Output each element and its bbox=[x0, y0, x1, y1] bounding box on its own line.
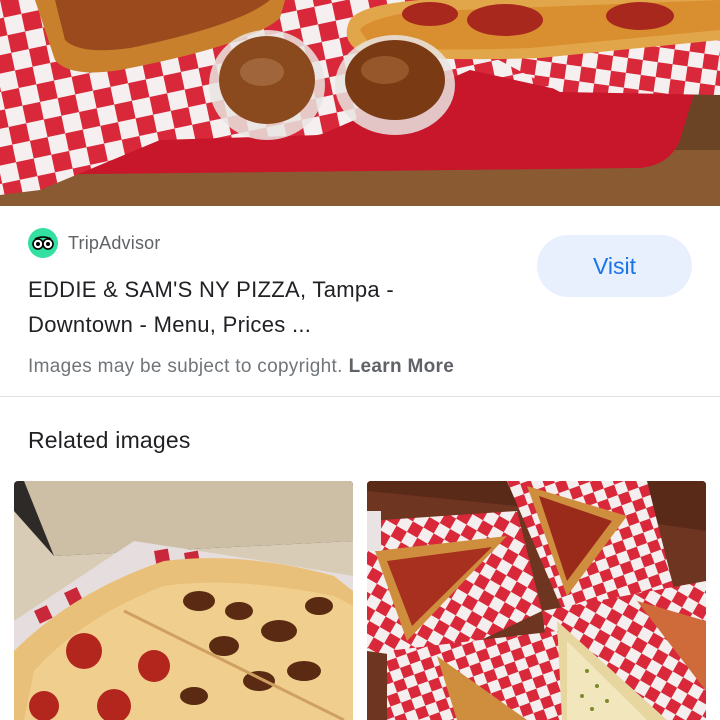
result-title-line-1[interactable]: EDDIE & SAM'S NY PIZZA, Tampa - bbox=[28, 272, 498, 307]
copyright-notice: Images may be subject to copyright. Learn… bbox=[28, 356, 454, 378]
learn-more-link[interactable]: Learn More bbox=[349, 356, 454, 377]
source-name: TripAdvisor bbox=[68, 232, 161, 253]
related-image-pizza-slices[interactable] bbox=[367, 481, 706, 720]
main-image[interactable] bbox=[0, 0, 720, 206]
tripadvisor-owl-icon bbox=[28, 228, 58, 258]
related-images-heading: Related images bbox=[28, 427, 191, 453]
visit-button[interactable]: Visit bbox=[537, 235, 692, 297]
source-row[interactable]: TripAdvisor bbox=[28, 228, 161, 258]
copyright-text: Images may be subject to copyright. bbox=[28, 356, 343, 377]
related-image-pizza-box[interactable] bbox=[14, 481, 353, 720]
result-title[interactable]: EDDIE & SAM'S NY PIZZA, Tampa - Downtown… bbox=[28, 272, 498, 342]
result-title-line-2[interactable]: Downtown - Menu, Prices ... bbox=[28, 307, 498, 342]
divider bbox=[0, 396, 720, 397]
